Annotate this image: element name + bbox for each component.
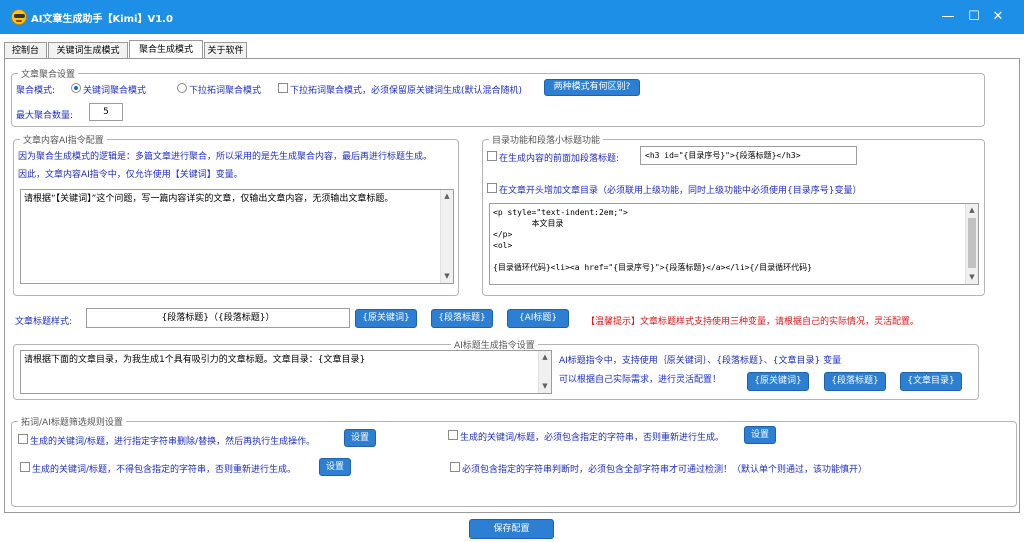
tab-aggregate-mode[interactable]: 聚合生成模式 [129, 40, 203, 60]
max-aggregate-label: 最大聚合数量: [16, 111, 74, 121]
window-title: AI文章生成助手【Kimi】V1.0 [31, 14, 173, 25]
title-insert-paragraph-title-button[interactable]: {段落标题} [824, 372, 886, 391]
app-logo-icon [11, 9, 27, 25]
title-insert-toc-button[interactable]: {文章目录} [900, 372, 962, 391]
ai-title-desc-1: AI标题指令中，支持使用｛原关键词｝、{段落标题}、{文章目录} 变量 [559, 356, 842, 366]
radio-keyword-aggregate[interactable] [71, 83, 81, 93]
scroll-up-icon[interactable]: ▲ [441, 190, 453, 203]
radio-dropdown-aggregate-label[interactable]: 下拉拓词聚合模式 [189, 83, 261, 96]
toc-group: 目录功能和段落小标题功能 在生成内容的前面加段落标题: <h3 id="{目录序… [482, 133, 985, 296]
insert-paragraph-title-button[interactable]: {段落标题} [431, 309, 493, 328]
aggregation-settings-group: 文章聚合设置 聚合模式: 关键词聚合模式 下拉拓词聚合模式 下拉拓词聚合模式，必… [11, 67, 985, 127]
toc-template-textarea[interactable]: <p style="text-indent:2em;"> 本文目录 </p> <… [489, 203, 979, 285]
aggregation-settings-legend: 文章聚合设置 [18, 67, 79, 80]
toc-legend: 目录功能和段落小标题功能 [489, 133, 604, 146]
insert-ai-title-button[interactable]: {AI标题} [507, 309, 569, 328]
checkbox-keep-keyword[interactable] [278, 83, 288, 93]
tab-about[interactable]: 关于软件 [204, 42, 247, 59]
subheading-template-input[interactable]: <h3 id="{目录序号}">{段落标题}</h3> [640, 146, 857, 165]
radio-keyword-aggregate-label[interactable]: 关键词聚合模式 [83, 83, 146, 96]
content-prompt-scrollbar[interactable]: ▲ ▼ [440, 190, 453, 283]
add-toc-label[interactable]: 在文章开头增加文章目录（必须联用上级功能，同时上级功能中必须使用{目录序号}变量… [499, 183, 861, 196]
scroll-up-icon[interactable]: ▲ [539, 351, 551, 364]
mode-difference-button[interactable]: 两种模式有何区别? [544, 79, 640, 96]
content-prompt-textarea[interactable]: 请根据“【关键词】”这个问题，写一篇内容详实的文章，仅输出文章内容，无须输出文章… [20, 189, 454, 284]
tab-console[interactable]: 控制台 [4, 42, 47, 59]
title-style-label: 文章标题样式: [15, 317, 73, 327]
toc-template-scrollbar[interactable]: ▲ ▼ [965, 204, 978, 284]
max-aggregate-input[interactable]: 5 [89, 103, 123, 121]
checkbox-add-subheading[interactable] [487, 151, 497, 161]
title-style-input[interactable]: {段落标题}（{段落标题}） [86, 308, 350, 328]
scroll-down-icon[interactable]: ▼ [966, 271, 978, 284]
insert-original-keyword-button[interactable]: {原关键词} [355, 309, 417, 328]
rule-replace-label[interactable]: 生成的关键词/标题，进行指定字符串删除/替换，然后再执行生成操作。 [30, 434, 315, 447]
close-button[interactable]: ✕ [986, 6, 1010, 28]
ai-title-desc-2: 可以根据自己实际需求，进行灵活配置！ [559, 375, 722, 385]
ai-instruction-note-2: 因此，文章内容AI指令中，仅允许使用【关键词】变量。 [18, 170, 243, 180]
checkbox-rule-must-contain[interactable] [448, 430, 458, 440]
ai-instruction-note-1: 因为聚合生成模式的逻辑是：多篇文章进行聚合，所以采用的是先生成聚合内容，最后再进… [18, 152, 433, 162]
title-prompt-scrollbar[interactable]: ▲ ▼ [538, 351, 551, 393]
checkbox-rule-contain-all[interactable] [450, 462, 460, 472]
content-prompt-text: 请根据“【关键词】”这个问题，写一篇内容详实的文章，仅输出文章内容，无须输出文章… [24, 194, 394, 204]
add-subheading-label[interactable]: 在生成内容的前面加段落标题: [499, 151, 619, 164]
checkbox-rule-replace[interactable] [18, 434, 28, 444]
scroll-down-icon[interactable]: ▼ [441, 270, 453, 283]
filter-rules-legend: 拓词/AI标题筛选规则设置 [18, 415, 126, 428]
ai-instruction-group: 文章内容AI指令配置 因为聚合生成模式的逻辑是：多篇文章进行聚合，所以采用的是先… [13, 133, 459, 296]
checkbox-rule-exclude[interactable] [20, 462, 30, 472]
checkbox-add-toc[interactable] [487, 183, 497, 193]
aggregate-mode-panel: 文章聚合设置 聚合模式: 关键词聚合模式 下拉拓词聚合模式 下拉拓词聚合模式，必… [4, 58, 1020, 513]
rule-must-contain-label[interactable]: 生成的关键词/标题，必须包含指定的字符串，否则重新进行生成。 [460, 430, 724, 443]
rule-contain-all-label[interactable]: 必须包含指定的字符串判断时，必须包含全部字符串才可通过检测！（默认单个则通过，该… [462, 462, 867, 475]
title-insert-original-keyword-button[interactable]: {原关键词} [747, 372, 809, 391]
minimize-button[interactable]: — [936, 6, 960, 28]
checkbox-keep-keyword-label[interactable]: 下拉拓词聚合模式，必须保留原关键词生成(默认混合随机) [290, 83, 522, 96]
tab-keyword-mode[interactable]: 关键词生成模式 [48, 42, 128, 59]
title-bar: AI文章生成助手【Kimi】V1.0 — ☐ ✕ [0, 0, 1024, 34]
rule-exclude-label[interactable]: 生成的关键词/标题，不得包含指定的字符串，否则重新进行生成。 [32, 462, 296, 475]
title-prompt-textarea[interactable]: 请根据下面的文章目录，为我生成1个具有吸引力的文章标题。文章目录：{文章目录} … [20, 350, 552, 394]
ai-title-group: AI标题生成指令设置 请根据下面的文章目录，为我生成1个具有吸引力的文章标题。文… [13, 338, 979, 400]
radio-dropdown-aggregate[interactable] [177, 83, 187, 93]
save-config-button[interactable]: 保存配置 [469, 519, 554, 539]
title-style-tip: 【温馨提示】文章标题样式支持使用三种变量，请根据自己的实际情况，灵活配置。 [586, 317, 920, 327]
mode-label: 聚合模式: [16, 86, 56, 96]
scroll-up-icon[interactable]: ▲ [966, 204, 978, 217]
ai-instruction-legend: 文章内容AI指令配置 [20, 133, 107, 146]
toc-template-text: <p style="text-indent:2em;"> 本文目录 </p> <… [493, 208, 812, 272]
rule-replace-settings-button[interactable]: 设置 [344, 429, 376, 447]
rule-must-contain-settings-button[interactable]: 设置 [744, 426, 776, 444]
rule-exclude-settings-button[interactable]: 设置 [319, 458, 351, 476]
maximize-button[interactable]: ☐ [962, 6, 986, 28]
scroll-thumb[interactable] [968, 218, 976, 268]
title-prompt-text: 请根据下面的文章目录，为我生成1个具有吸引力的文章标题。文章目录：{文章目录} [24, 355, 366, 365]
scroll-down-icon[interactable]: ▼ [539, 380, 551, 393]
filter-rules-group: 拓词/AI标题筛选规则设置 生成的关键词/标题，进行指定字符串删除/替换，然后再… [11, 415, 1017, 507]
